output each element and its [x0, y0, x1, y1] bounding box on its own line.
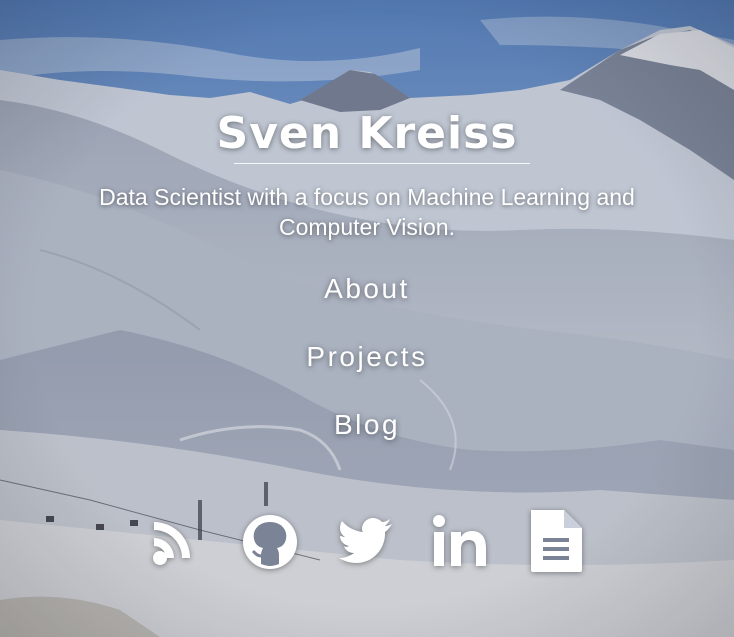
nav-link-about[interactable]: About	[0, 273, 734, 305]
github-link[interactable]	[242, 508, 298, 574]
github-icon	[243, 515, 297, 569]
site-title: Sven Kreiss	[216, 108, 518, 159]
title-divider	[234, 163, 530, 164]
nav-link-blog[interactable]: Blog	[0, 409, 734, 441]
hero: Sven Kreiss Data Scientist with a focus …	[0, 0, 734, 637]
twitter-link[interactable]	[338, 508, 394, 574]
linkedin-link[interactable]	[432, 508, 492, 574]
tagline: Data Scientist with a focus on Machine L…	[99, 184, 635, 240]
linkedin-icon	[433, 515, 486, 566]
rss-icon	[153, 522, 190, 565]
document-icon	[531, 510, 582, 572]
twitter-icon	[339, 518, 392, 563]
rss-link[interactable]	[152, 508, 204, 574]
cv-document-link[interactable]	[528, 508, 584, 574]
nav-link-projects[interactable]: Projects	[0, 341, 734, 373]
